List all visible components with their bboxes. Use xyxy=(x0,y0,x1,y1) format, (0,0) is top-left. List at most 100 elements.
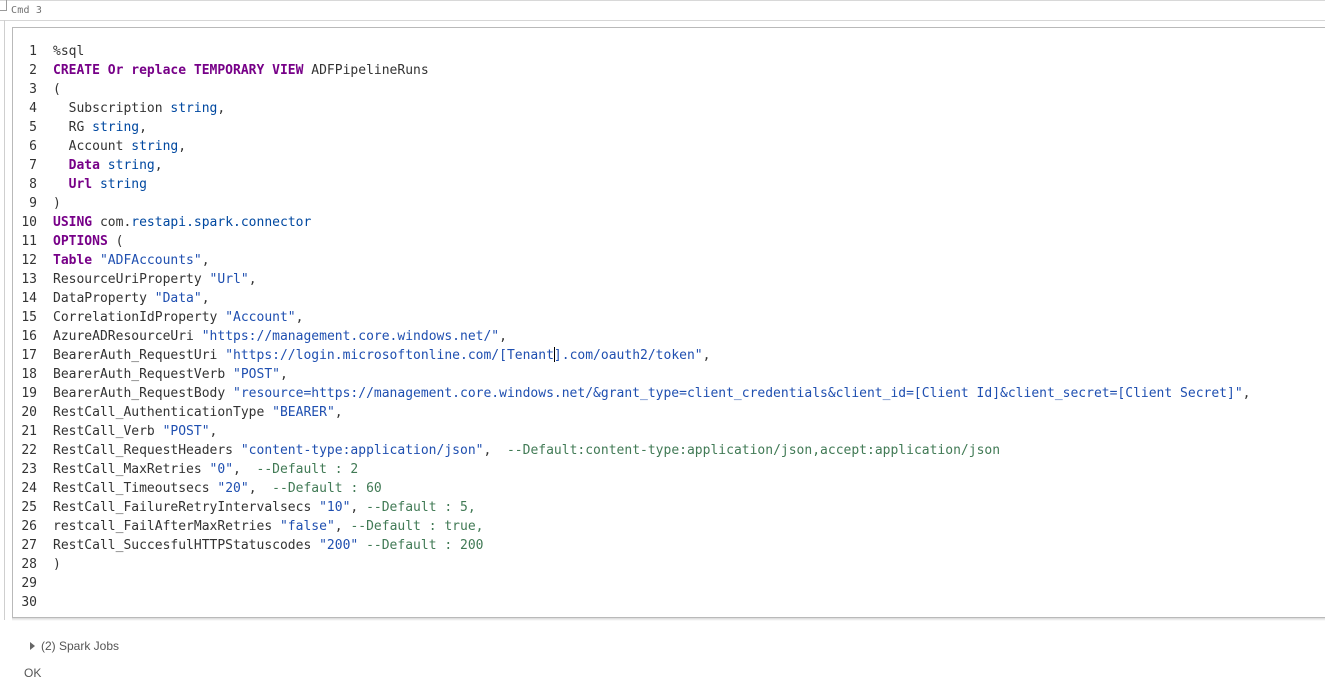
code-token: ( xyxy=(53,82,61,97)
code-token: AzureADResourceUri xyxy=(53,329,202,344)
code-line[interactable] xyxy=(53,574,1323,593)
line-number: 14 xyxy=(21,291,37,306)
code-token: "https://management.core.windows.net/" xyxy=(201,329,500,344)
code-token: --Default : 60 xyxy=(272,481,382,496)
code-token: "20" xyxy=(217,481,249,496)
code-line[interactable]: CREATE Or replace TEMPORARY VIEW ADFPipe… xyxy=(53,61,1323,80)
code-line[interactable]: Subscription string, xyxy=(53,99,1323,118)
code-token: RG xyxy=(53,120,93,135)
code-line[interactable]: ) xyxy=(53,194,1323,213)
code-token: BearerAuth_RequestUri xyxy=(53,348,226,363)
line-number: 16 xyxy=(21,329,37,344)
code-line[interactable]: RestCall_FailureRetryIntervalsecs "10", … xyxy=(53,498,1323,517)
line-number: 24 xyxy=(21,481,37,496)
code-line[interactable]: RG string, xyxy=(53,118,1323,137)
code-line[interactable]: Url string xyxy=(53,175,1323,194)
code-token: RestCall_Timeoutsecs xyxy=(53,481,218,496)
code-line[interactable]: RestCall_Timeoutsecs "20", --Default : 6… xyxy=(53,479,1323,498)
line-number: 12 xyxy=(21,253,37,268)
code-token: "false" xyxy=(279,519,335,534)
code-token: BearerAuth_RequestBody xyxy=(53,386,234,401)
code-line[interactable]: ResourceUriProperty "Url", xyxy=(53,270,1323,289)
code-token: "content-type:application/json" xyxy=(240,443,484,458)
code-token: , xyxy=(178,139,187,154)
code-line[interactable]: Account string, xyxy=(53,137,1323,156)
code-token: RestCall_AuthenticationType xyxy=(53,405,273,420)
line-number: 27 xyxy=(21,538,37,553)
code-token: CREATE Or replace TEMPORARY VIEW xyxy=(53,63,304,78)
code-token: "Data" xyxy=(154,291,202,306)
code-token: , xyxy=(702,348,711,363)
line-number: 8 xyxy=(29,177,37,192)
line-number: 22 xyxy=(21,443,37,458)
code-token: Table xyxy=(53,253,93,268)
code-line[interactable]: CorrelationIdProperty "Account", xyxy=(53,308,1323,327)
code-token: , xyxy=(201,291,210,306)
line-number: 29 xyxy=(21,576,37,591)
code-token: "Account" xyxy=(225,310,296,325)
line-number: 30 xyxy=(21,595,37,610)
code-line[interactable]: restcall_FailAfterMaxRetries "false", --… xyxy=(53,517,1323,536)
code-token: ) xyxy=(53,557,61,572)
code-area[interactable]: %sql CREATE Or replace TEMPORARY VIEW ADF… xyxy=(53,42,1323,612)
code-token: , xyxy=(295,310,304,325)
code-token: restapi.spark.connector xyxy=(131,215,312,230)
code-token: RestCall_SuccesfulHTTPStatuscodes xyxy=(53,538,320,553)
code-line[interactable]: %sql xyxy=(53,42,1323,61)
code-token: RestCall_Verb xyxy=(53,424,163,439)
code-token: "BEARER" xyxy=(272,405,335,420)
code-token: string xyxy=(99,177,147,192)
spark-jobs-toggle[interactable]: (2) Spark Jobs xyxy=(30,639,119,653)
line-number: 23 xyxy=(21,462,37,477)
code-line[interactable]: RestCall_RequestHeaders "content-type:ap… xyxy=(53,441,1323,460)
code-line[interactable]: ) xyxy=(53,555,1323,574)
code-line[interactable]: RestCall_AuthenticationType "BEARER", xyxy=(53,403,1323,422)
code-line[interactable]: BearerAuth_RequestVerb "POST", xyxy=(53,365,1323,384)
code-line[interactable]: Table "ADFAccounts", xyxy=(53,251,1323,270)
code-token: "https://login.microsoftonline.com/[Tena… xyxy=(225,348,554,363)
line-number: 28 xyxy=(21,557,37,572)
code-token: , xyxy=(201,253,210,268)
line-number: 7 xyxy=(29,158,37,173)
code-line[interactable]: ( xyxy=(53,80,1323,99)
line-number: 18 xyxy=(21,367,37,382)
top-divider xyxy=(0,0,1325,4)
line-number: 26 xyxy=(21,519,37,534)
code-token: , xyxy=(248,481,273,496)
cell-corner-mark xyxy=(0,0,7,11)
code-token: , xyxy=(217,101,226,116)
code-line[interactable]: AzureADResourceUri "https://management.c… xyxy=(53,327,1323,346)
code-token: , xyxy=(483,443,507,458)
code-line[interactable]: BearerAuth_RequestBody "resource=https:/… xyxy=(53,384,1323,403)
code-editor[interactable]: 1 2 3 4 5 6 7 8 9 10 11 12 13 14 15 16 17 18 19 20 21 22 23 24 2… xyxy=(12,27,1325,618)
code-token: --Default : 200 xyxy=(366,538,484,553)
code-token: BearerAuth_RequestVerb xyxy=(53,367,234,382)
line-number-gutter: 1 2 3 4 5 6 7 8 9 10 11 12 13 14 15 16 17 18 19 20 21 22 23 24 2… xyxy=(13,42,37,612)
code-token: %sql xyxy=(53,44,85,59)
code-token: com. xyxy=(92,215,132,230)
code-line[interactable]: BearerAuth_RequestUri "https://login.mic… xyxy=(53,346,1323,365)
editor-bottom-shadow xyxy=(12,618,1325,621)
code-line[interactable]: RestCall_Verb "POST", xyxy=(53,422,1323,441)
spark-jobs-label: (2) Spark Jobs xyxy=(41,639,120,653)
line-number: 1 xyxy=(29,44,37,59)
code-line[interactable] xyxy=(53,593,1323,612)
code-token: --Default:content-type:application/json,… xyxy=(506,443,1001,458)
code-line[interactable]: DataProperty "Data", xyxy=(53,289,1323,308)
code-line[interactable]: RestCall_SuccesfulHTTPStatuscodes "200" … xyxy=(53,536,1323,555)
line-number: 17 xyxy=(21,348,37,363)
code-token: string xyxy=(131,139,179,154)
code-token: string xyxy=(170,101,218,116)
code-token: "10" xyxy=(319,500,351,515)
code-token: , xyxy=(499,329,507,344)
code-line[interactable]: RestCall_MaxRetries "0", --Default : 2 xyxy=(53,460,1323,479)
code-token: Account xyxy=(53,139,132,154)
line-number: 6 xyxy=(29,139,37,154)
line-number: 5 xyxy=(29,120,37,135)
code-token: "POST" xyxy=(162,424,210,439)
code-line[interactable]: Data string, xyxy=(53,156,1323,175)
code-line[interactable]: OPTIONS ( xyxy=(53,232,1323,251)
line-number: 11 xyxy=(21,234,37,249)
code-line[interactable]: USING com.restapi.spark.connector xyxy=(53,213,1323,232)
